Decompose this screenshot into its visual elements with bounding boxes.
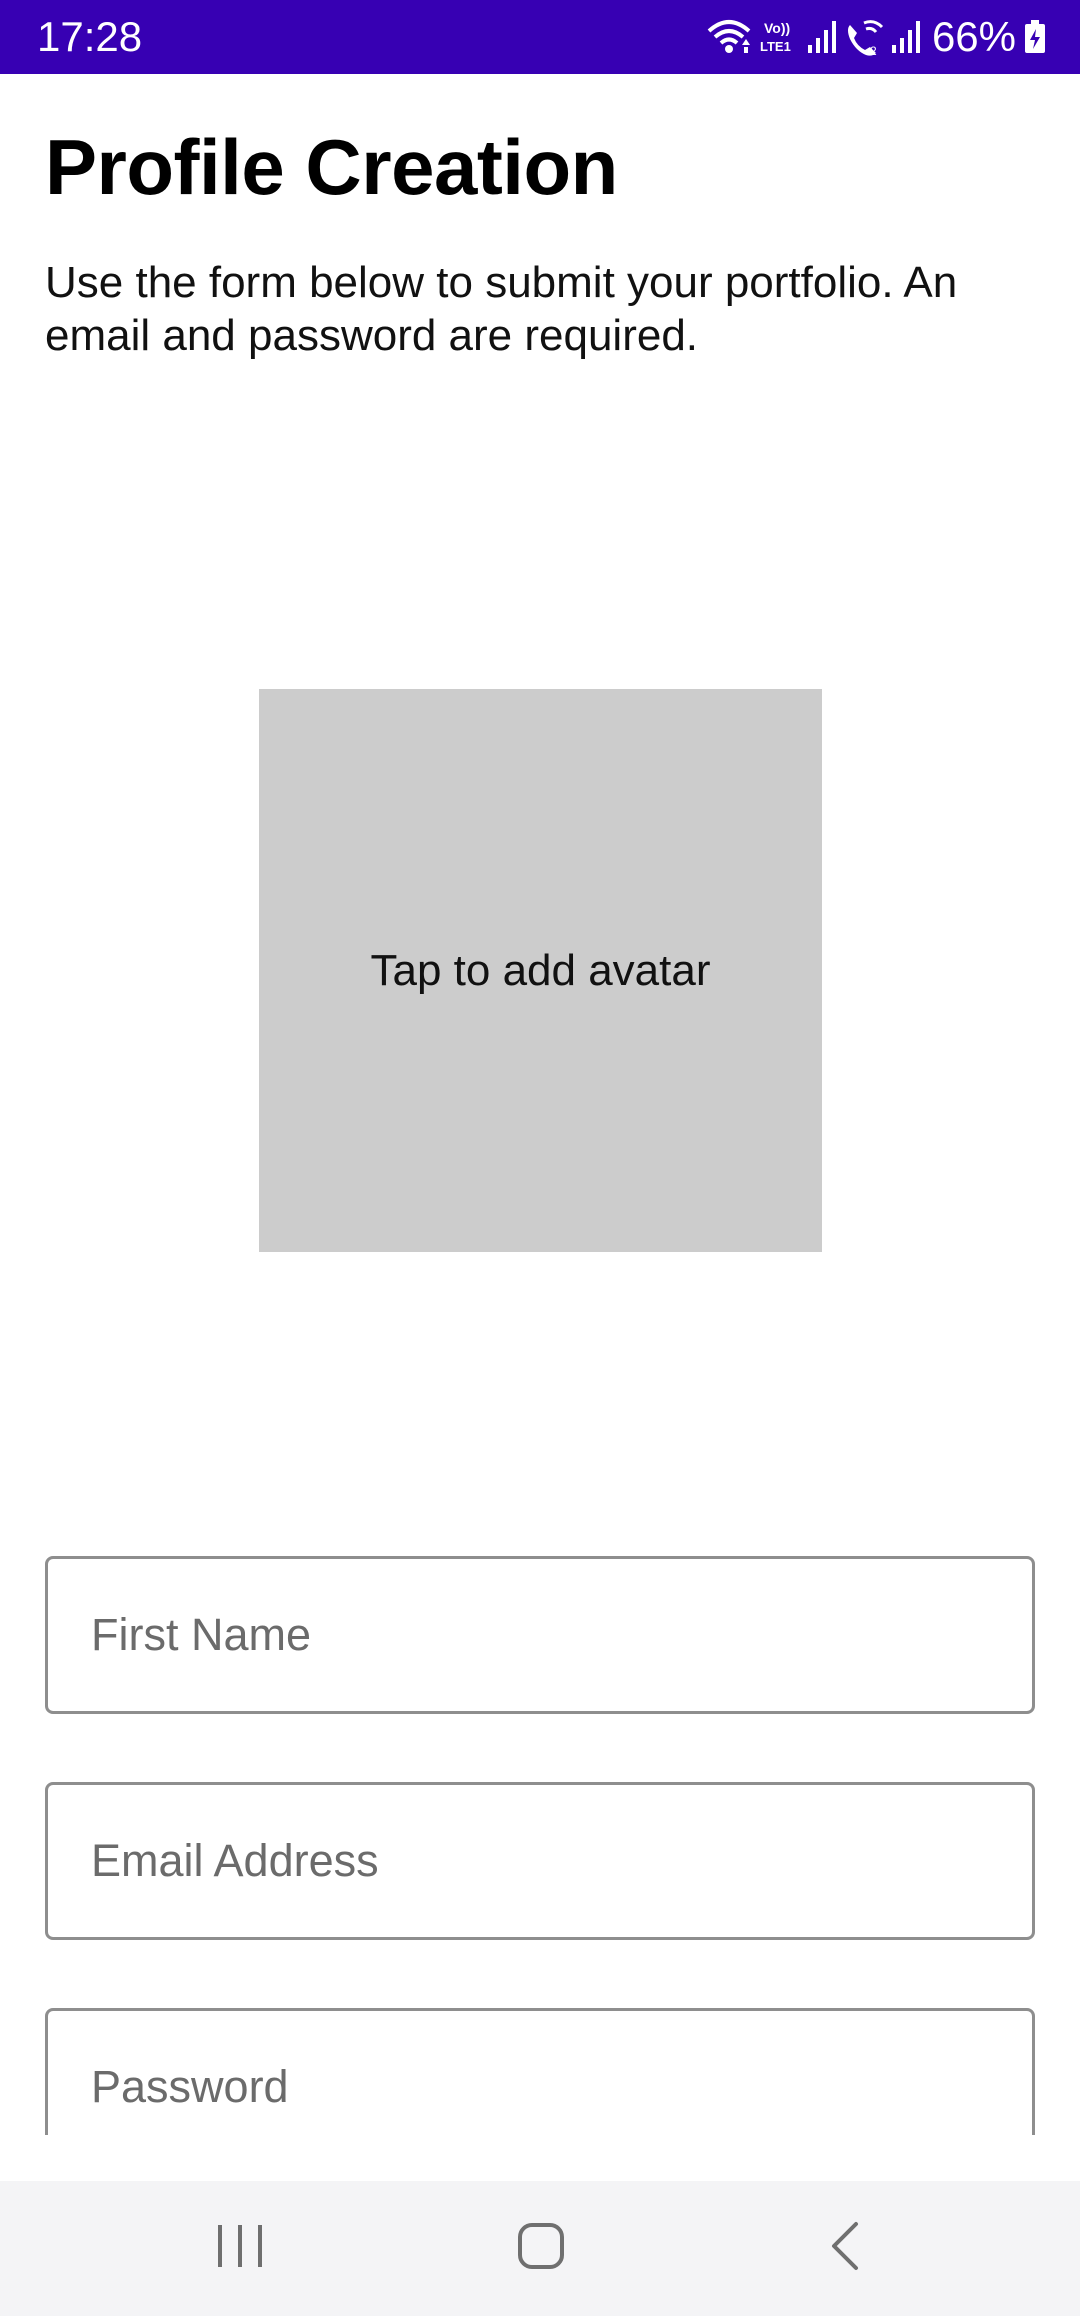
navigation-bar <box>0 2181 1080 2316</box>
wifi-icon <box>706 17 752 57</box>
battery-charging-icon <box>1024 20 1046 54</box>
signal-icon <box>807 19 836 55</box>
svg-text:Vo)): Vo)) <box>764 20 790 36</box>
page-description: Use the form below to submit your portfo… <box>45 258 958 360</box>
email-field-container <box>45 1782 1035 1940</box>
email-field[interactable] <box>48 1785 1032 1937</box>
status-time: 17:28 <box>37 13 143 60</box>
screen: 17:28 Vo)) LTE1 2 66% Profile Creation U… <box>0 0 1080 2316</box>
wifi-calling-icon: 2 <box>844 17 884 57</box>
battery-percent: 66% <box>931 13 1016 60</box>
avatar-picker[interactable]: Tap to add avatar <box>259 689 822 1252</box>
recents-button[interactable] <box>140 2181 340 2316</box>
volte-icon: Vo)) LTE1 <box>760 17 800 57</box>
first-name-field-container <box>45 1556 1035 1714</box>
page-title: Profile Creation <box>45 123 618 211</box>
back-icon <box>828 2221 862 2276</box>
back-button[interactable] <box>745 2181 945 2316</box>
first-name-field[interactable] <box>48 1559 1032 1711</box>
home-button[interactable] <box>441 2181 641 2316</box>
status-bar: 17:28 Vo)) LTE1 2 66% <box>0 0 1080 74</box>
avatar-label: Tap to add avatar <box>370 945 711 995</box>
svg-text:2: 2 <box>870 44 877 57</box>
content-bottom-edge <box>0 2135 1080 2181</box>
recents-icon <box>215 2223 265 2274</box>
svg-text:LTE1: LTE1 <box>760 39 791 54</box>
status-icons: Vo)) LTE1 2 66% <box>706 14 1046 60</box>
signal-icon <box>891 19 920 55</box>
home-icon <box>517 2222 565 2275</box>
